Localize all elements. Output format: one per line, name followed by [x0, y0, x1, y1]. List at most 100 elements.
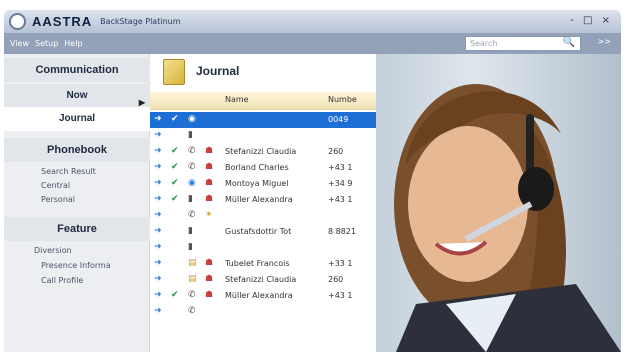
- table-row[interactable]: ➜ ▮ Gustafsdottir Tot 8 8821: [150, 224, 376, 240]
- journal-table-header: Name Numbe: [150, 92, 376, 110]
- phone-icon: ▮: [188, 226, 193, 236]
- app-logo-icon: [9, 13, 26, 30]
- arrow-icon: ➜: [154, 162, 162, 172]
- face: [408, 126, 528, 282]
- table-row[interactable]: ➜ ✔ ✆ ☗ Müller Alexandra +43 1: [150, 288, 376, 304]
- sidebar-item-search-result[interactable]: Search Result: [41, 167, 96, 176]
- note-icon: ▤: [188, 258, 197, 268]
- handset-icon: ✆: [188, 146, 196, 156]
- table-row[interactable]: ➜ ▤ ☗ Tubelet Francois +33 1: [150, 256, 376, 272]
- table-row[interactable]: ➜ ▮: [150, 240, 376, 256]
- arrow-icon: ➜: [154, 258, 162, 268]
- table-row[interactable]: ➜ ✆: [150, 304, 376, 320]
- row-name: Stefanizzi Claudia: [225, 147, 297, 156]
- table-row[interactable]: ➜ ✔ ◉ 0049: [150, 112, 376, 128]
- handset-icon: ✆: [188, 162, 196, 172]
- sidebar-section-communication: Communication: [4, 58, 150, 82]
- window-title: BackStage Platinum: [100, 17, 181, 26]
- app-window: AASTRA BackStage Platinum - □ × View Set…: [0, 0, 629, 352]
- check-icon: ✔: [171, 146, 179, 156]
- brand-name: AASTRA: [32, 14, 93, 29]
- row-number: 8 8821: [328, 227, 356, 236]
- phone-icon: ▮: [188, 194, 193, 204]
- arrow-icon: ➜: [154, 210, 162, 220]
- table-row[interactable]: ➜ ✔ ◉ ☗ Montoya Miguel +34 9: [150, 176, 376, 192]
- row-number: +34 9: [328, 179, 353, 188]
- row-name: Stefanizzi Claudia: [225, 275, 297, 284]
- sidebar-item-diversion[interactable]: Diversion: [34, 246, 72, 255]
- row-number: +43 1: [328, 163, 353, 172]
- arrow-icon: ➜: [154, 114, 162, 124]
- row-name: Gustafsdottir Tot: [225, 227, 292, 236]
- note-icon: ▤: [188, 274, 197, 284]
- journal-icon: [163, 59, 185, 85]
- column-header-name[interactable]: Name: [225, 95, 249, 104]
- check-icon: ✔: [171, 114, 179, 124]
- row-number: +43 1: [328, 291, 353, 300]
- table-row[interactable]: ➜ ✔ ✆ ☗ Borland Charles +43 1: [150, 160, 376, 176]
- row-name: Müller Alexandra: [225, 195, 293, 204]
- sidebar-item-journal[interactable]: Journal: [4, 107, 150, 131]
- arrow-icon: ➜: [154, 242, 162, 252]
- check-icon: ✔: [171, 178, 179, 188]
- contact-icon: ☗: [205, 258, 214, 268]
- title-bar: AASTRA BackStage Platinum - □ ×: [4, 10, 621, 33]
- window-controls[interactable]: - □ ×: [570, 15, 613, 26]
- row-name: Borland Charles: [225, 163, 289, 172]
- search-icon[interactable]: 🔍: [563, 37, 575, 48]
- row-number: 260: [328, 147, 344, 156]
- handset-icon: ✆: [188, 306, 196, 316]
- contact-icon: ☗: [205, 162, 214, 172]
- row-name: Tubelet Francois: [225, 259, 290, 268]
- arrow-icon: ➜: [154, 178, 162, 188]
- hero-photo: [376, 54, 621, 352]
- table-row[interactable]: ➜ ▮: [150, 128, 376, 144]
- arrow-icon: ➜: [154, 130, 162, 140]
- globe-icon: ◉: [188, 178, 196, 188]
- more-button[interactable]: >>: [598, 37, 611, 46]
- check-icon: ✔: [171, 162, 179, 172]
- contact-icon: ☗: [205, 178, 214, 188]
- menu-help[interactable]: Help: [64, 39, 82, 48]
- column-header-number[interactable]: Numbe: [328, 95, 357, 104]
- handset-icon: ✆: [188, 210, 196, 220]
- journal-title: Journal: [196, 64, 240, 78]
- row-number: 0049: [328, 115, 349, 124]
- sidebar-item-feature[interactable]: Feature: [4, 217, 150, 241]
- table-row[interactable]: ➜ ▤ ☗ Stefanizzi Claudia 260: [150, 272, 376, 288]
- journal-panel: Journal Name Numbe ➜ ✔ ◉ 0049 ➜ ▮ ➜ ✔ ✆ ☗ Stefaniz…: [150, 54, 376, 352]
- menu-setup[interactable]: Setup: [35, 39, 58, 48]
- contact-icon: ☗: [205, 146, 214, 156]
- table-row[interactable]: ➜ ✔ ✆ ☗ Stefanizzi Claudia 260: [150, 144, 376, 160]
- headset-earpiece: [518, 167, 554, 211]
- menu-bar: View Setup Help Search 🔍 >>: [4, 33, 621, 54]
- phone-icon: ▮: [188, 242, 193, 252]
- row-name: Montoya Miguel: [225, 179, 289, 188]
- table-row[interactable]: ➜ ✆ ✶: [150, 208, 376, 224]
- star-icon: ✶: [205, 210, 213, 220]
- contact-icon: ☗: [205, 194, 214, 204]
- sidebar-item-presence[interactable]: Presence Informa: [41, 261, 111, 270]
- arrow-icon: ➜: [154, 194, 162, 204]
- check-icon: ✔: [171, 194, 179, 204]
- contact-icon: ☗: [205, 274, 214, 284]
- globe-icon: ◉: [188, 114, 196, 124]
- check-icon: ✔: [171, 290, 179, 300]
- arrow-icon: ➜: [154, 306, 162, 316]
- arrow-icon: ➜: [154, 226, 162, 236]
- row-name: Müller Alexandra: [225, 291, 293, 300]
- sidebar-item-call-profile[interactable]: Call Profile: [41, 276, 83, 285]
- arrow-icon: ➜: [154, 274, 162, 284]
- table-row[interactable]: ➜ ✔ ▮ ☗ Müller Alexandra +43 1: [150, 192, 376, 208]
- sidebar-item-now[interactable]: Now ▶: [4, 84, 150, 108]
- row-number: +43 1: [328, 195, 353, 204]
- contact-icon: ☗: [205, 290, 214, 300]
- sidebar-item-phonebook[interactable]: Phonebook: [4, 138, 150, 162]
- sidebar-item-central[interactable]: Central: [41, 181, 70, 190]
- phone-icon: ▮: [188, 130, 193, 140]
- row-number: 260: [328, 275, 344, 284]
- sidebar-item-personal[interactable]: Personal: [41, 195, 75, 204]
- sidebar: Communication Now ▶ Journal Phonebook Se…: [4, 54, 150, 352]
- menu-view[interactable]: View: [10, 39, 29, 48]
- row-number: +33 1: [328, 259, 353, 268]
